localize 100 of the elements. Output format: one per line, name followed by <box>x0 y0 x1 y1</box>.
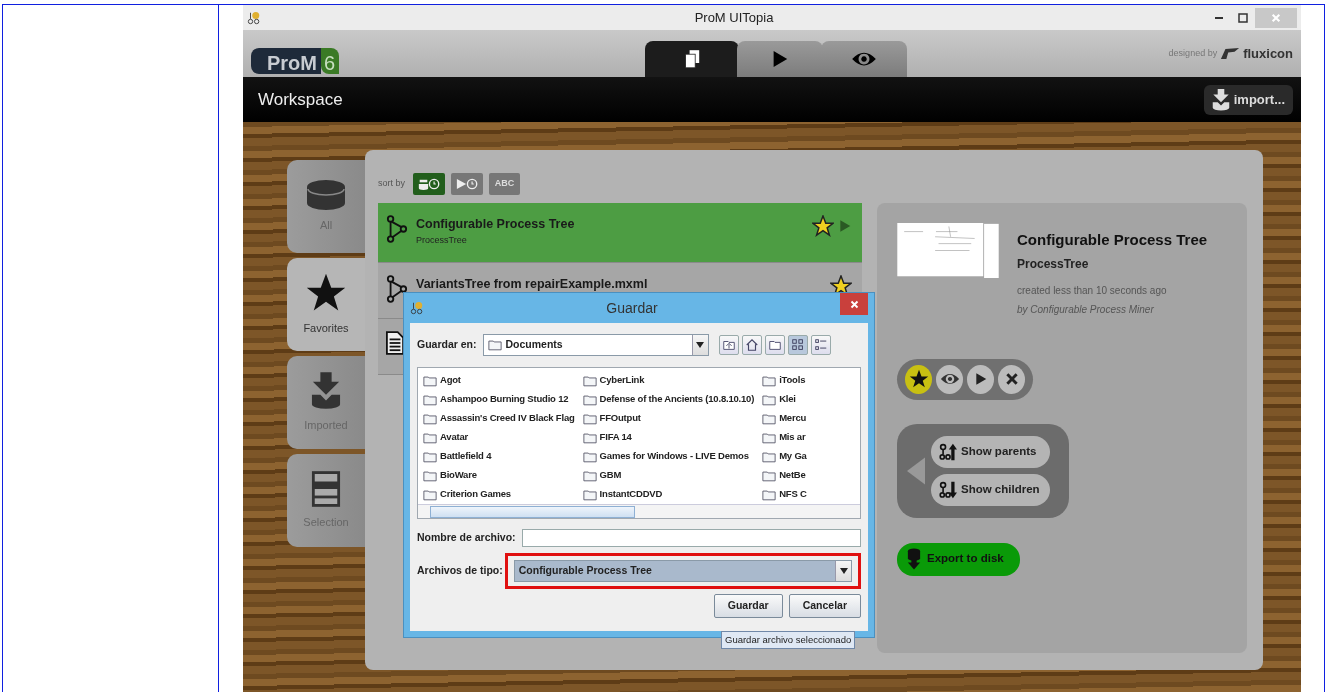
close-button[interactable] <box>840 293 868 315</box>
object-name: VariantsTree from repairExample.mxml <box>416 276 648 293</box>
folder-item[interactable]: Ashampoo Burning Studio 12 <box>423 390 575 409</box>
tooltip: Guardar archivo seleccionado <box>721 631 856 650</box>
detail-type: ProcessTree <box>1017 255 1090 273</box>
folder-icon <box>762 431 777 444</box>
folder-item[interactable]: Mercu <box>762 409 807 428</box>
window-title: ProM UITopia <box>693 8 775 27</box>
new-folder-icon <box>767 338 782 352</box>
sort-button[interactable] <box>413 172 445 195</box>
pages-icon <box>684 49 700 69</box>
toolbar-button[interactable] <box>764 335 785 355</box>
minimize-icon <box>1215 16 1223 19</box>
folder-item[interactable]: Defense of the Ancients (10.8.10.10) <box>582 390 755 409</box>
back-arrow-icon <box>907 456 925 485</box>
folder-icon <box>582 431 597 444</box>
import-button[interactable]: import... <box>1203 84 1293 115</box>
list-view-icon <box>790 338 805 352</box>
view-tab[interactable] <box>645 41 739 77</box>
dialog-title: Guardar <box>605 298 659 318</box>
play-icon <box>838 219 852 233</box>
folder-item[interactable]: Criterion Games <box>423 485 575 504</box>
view-tab[interactable] <box>737 41 823 77</box>
children-icon <box>939 480 957 499</box>
folder-icon <box>487 339 502 351</box>
folder-item[interactable]: NetBe <box>762 466 807 485</box>
folder-icon <box>762 393 777 406</box>
parents-icon <box>939 442 957 461</box>
app-icon <box>410 301 424 315</box>
folder-icon <box>423 450 437 463</box>
folder-item[interactable]: Battlefield 4 <box>423 447 575 466</box>
play-button[interactable] <box>967 364 994 394</box>
app-icon <box>247 10 261 25</box>
folder-item[interactable]: Agot <box>423 371 575 390</box>
play-icon <box>973 372 988 386</box>
folder-item[interactable]: Avatar <box>423 428 575 447</box>
view-button[interactable] <box>936 364 963 394</box>
toolbar-button[interactable] <box>810 335 831 355</box>
show-parents-button[interactable]: Show parents <box>931 435 1050 468</box>
tree-icon <box>386 215 408 243</box>
folder-item[interactable]: Assassin's Creed IV Black Flag <box>423 409 575 428</box>
toolbar-button[interactable] <box>787 335 808 355</box>
show-children-button[interactable]: Show children <box>931 473 1050 506</box>
folder-icon <box>423 412 437 425</box>
save-in-label: Guardar en: <box>417 337 477 353</box>
file-type-dropdown[interactable]: Configurable Process Tree <box>513 560 852 582</box>
side-tab[interactable]: Favorites <box>287 258 365 351</box>
file-name-field[interactable] <box>521 529 861 547</box>
dialog-button[interactable]: Guardar <box>713 594 783 618</box>
folder-item[interactable]: InstantCDDVD <box>582 485 755 504</box>
folder-dropdown[interactable]: Documents <box>482 334 709 356</box>
folder-item[interactable]: GBM <box>582 466 755 485</box>
folder-item[interactable]: FIFA 14 <box>582 428 755 447</box>
database-icon <box>306 179 346 212</box>
created-text: created less than 10 seconds ago <box>1017 283 1168 298</box>
export-icon <box>907 547 921 571</box>
folder-item[interactable]: CyberLink <box>582 371 755 390</box>
folder-icon <box>762 488 777 501</box>
logo-version: 6 <box>321 48 340 74</box>
export-button[interactable]: Export to disk <box>897 542 1020 576</box>
folder-icon <box>423 393 437 406</box>
credit-text: designed by <box>1168 46 1218 60</box>
object-name: Configurable Process Tree <box>416 216 575 233</box>
view-tab[interactable] <box>821 41 907 77</box>
folder-item[interactable]: FFOutput <box>582 409 755 428</box>
file-type-label: Archivos de tipo: <box>417 563 503 579</box>
selection-icon <box>311 470 341 509</box>
close-icon <box>849 299 859 309</box>
caret-icon <box>839 568 848 574</box>
star-icon <box>908 369 929 389</box>
horizontal-scrollbar[interactable] <box>418 504 860 518</box>
play-icon <box>772 49 788 69</box>
folder-icon <box>582 469 597 482</box>
favorite-button[interactable] <box>905 364 932 394</box>
toolbar-button[interactable] <box>741 335 762 355</box>
folder-item[interactable]: Games for Windows - LIVE Demos <box>582 447 755 466</box>
object-row[interactable]: Configurable Process Tree ProcessTree <box>378 203 862 263</box>
sort-button[interactable] <box>451 172 483 195</box>
dialog-button[interactable]: Cancelar <box>788 594 861 618</box>
folder-item[interactable]: NFS C <box>762 485 807 504</box>
folder-icon <box>423 488 437 501</box>
import-icon <box>1211 88 1230 111</box>
folder-item[interactable]: My Ga <box>762 447 807 466</box>
remove-button[interactable] <box>998 364 1025 394</box>
home-icon <box>744 338 759 352</box>
folder-icon <box>423 431 437 444</box>
document-icon <box>386 331 404 355</box>
toolbar-button[interactable] <box>718 335 739 355</box>
eye-icon <box>939 372 960 386</box>
folder-up-icon <box>721 338 736 352</box>
close-icon <box>1004 372 1019 386</box>
folder-item[interactable]: iTools <box>762 371 807 390</box>
folder-icon <box>762 412 777 425</box>
folder-item[interactable]: Mis ar <box>762 428 807 447</box>
author-text: by Configurable Process Miner <box>1017 302 1155 317</box>
folder-item[interactable]: BioWare <box>423 466 575 485</box>
brand-name: fluxicon <box>1243 44 1293 63</box>
folder-icon <box>582 412 597 425</box>
tree-icon <box>386 275 408 303</box>
folder-item[interactable]: Klei <box>762 390 807 409</box>
